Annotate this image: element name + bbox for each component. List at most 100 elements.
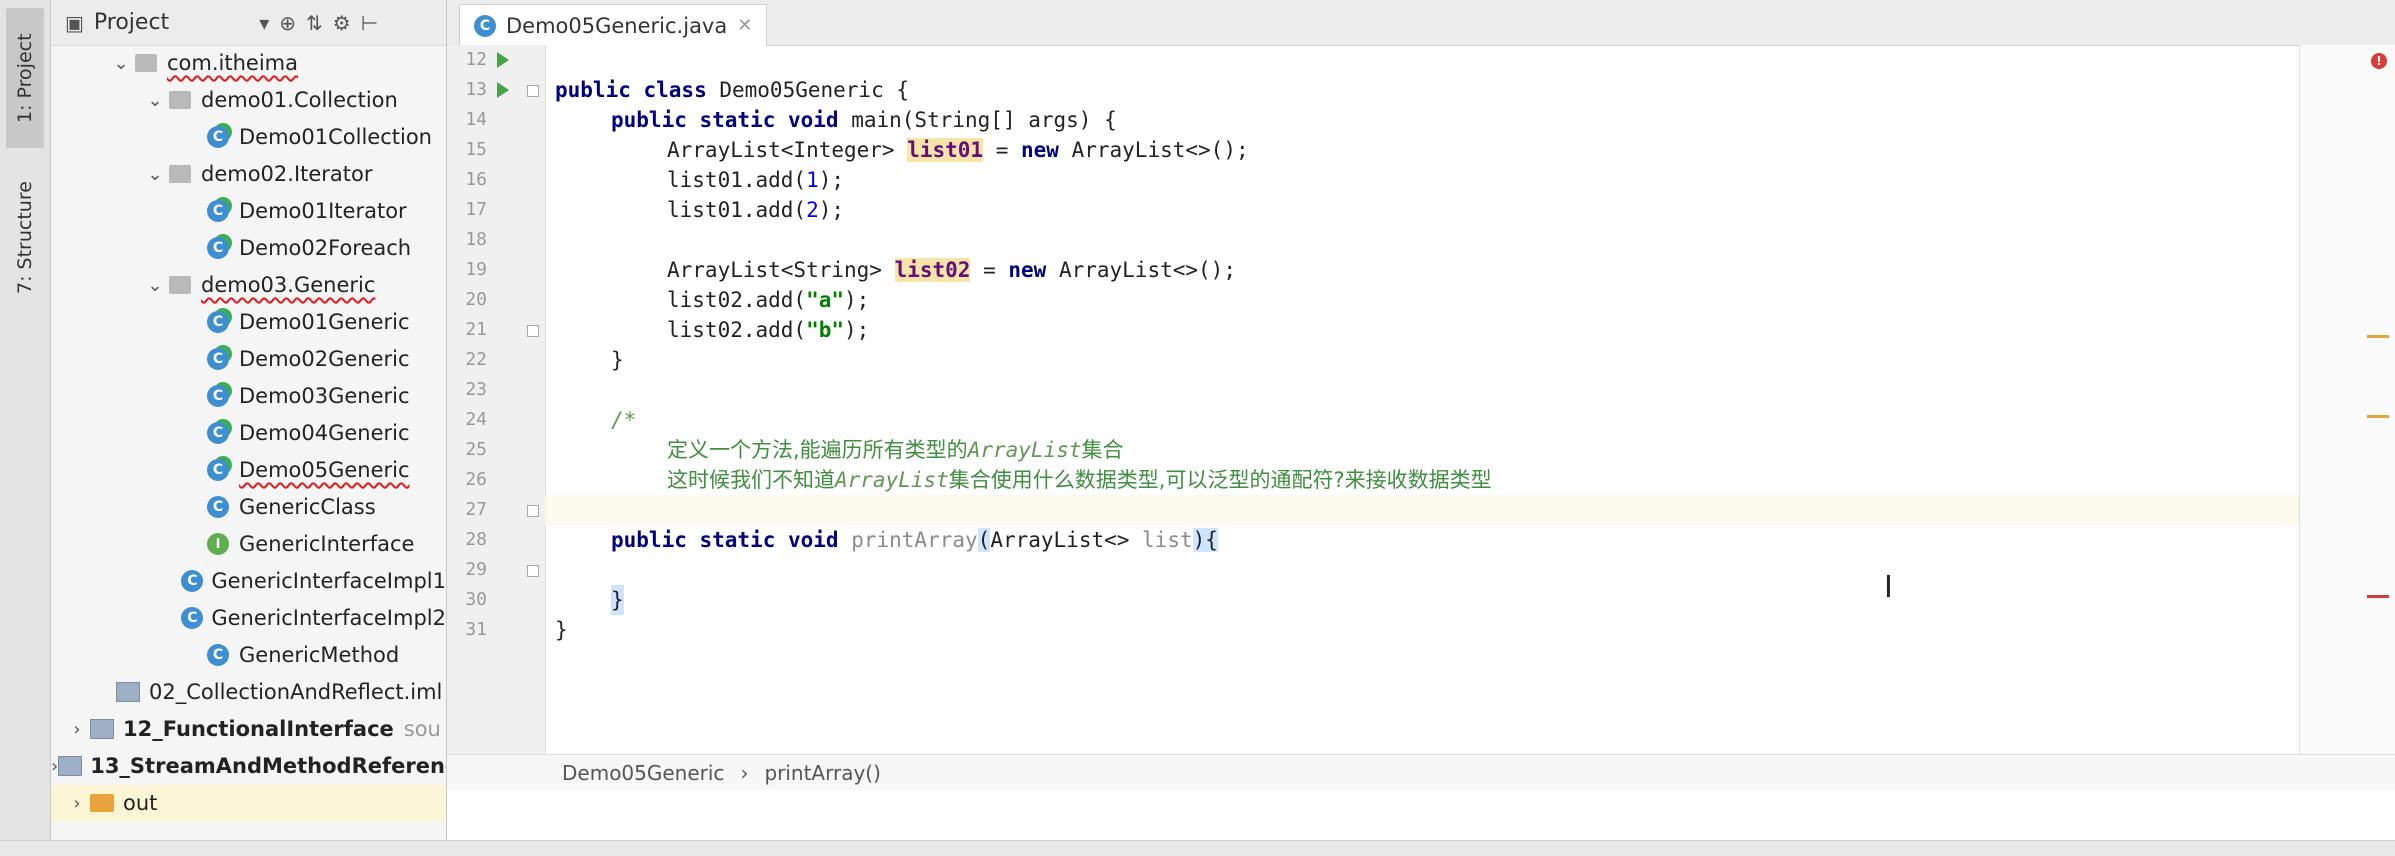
keyword: public static void [611,528,839,552]
project-panel: ▣ Project ▾ ⊕ ⇅ ⚙ ⊢ ⌄ com.itheima ⌄ demo01.… [51,0,447,840]
collapse-all-icon[interactable]: ⇅ [306,11,323,35]
project-tree-item[interactable]: ⌄ com.itheima [51,45,446,81]
expand-arrow-icon[interactable]: ⌄ [143,164,167,185]
iml-file-icon [115,681,141,703]
code-token: ); [818,198,845,222]
project-tree-item[interactable]: C GenericInterfaceImpl2 [51,600,446,636]
project-tree-item[interactable]: › 12_FunctionalInterface sou [51,711,446,747]
project-tree-item[interactable]: C Demo03Generic [51,378,446,414]
close-tab-icon[interactable]: ✕ [737,15,752,36]
code-line: } [545,555,2300,615]
text-cursor-icon: I [1884,570,1893,605]
settings-gear-icon[interactable]: ⚙ [333,11,351,35]
project-tree-item[interactable]: C Demo02Generic [51,341,446,377]
project-tree-item[interactable]: C Demo02Foreach [51,230,446,266]
warning-marker[interactable] [2367,415,2389,418]
project-tree-item[interactable]: C GenericMethod [51,637,446,673]
hide-panel-icon[interactable]: ⊢ [361,11,378,35]
code-text: list01.add(2); [667,195,844,225]
project-tree-item[interactable]: ⌄ demo03.Generic [51,267,446,303]
fold-marker-icon[interactable] [527,565,539,577]
code-text: } [611,348,624,372]
code-line: 定义一个方法,能遍历所有类型的ArrayList集合 [545,405,2300,462]
breadcrumb-method[interactable]: printArray() [764,761,880,785]
project-tree-item[interactable]: › out [51,785,446,821]
code-line: 这时候我们不知道ArrayList集合使用什么数据类型,可以泛型的通配符?来接收… [545,435,2300,492]
project-view-selector[interactable]: Project [94,10,169,35]
code-line: public class Demo05Generic { [545,45,2300,102]
expand-arrow-icon[interactable]: ⌄ [143,275,167,296]
warning-marker[interactable] [2367,335,2389,338]
line-number: 31 [465,619,487,640]
project-tree-item[interactable]: C Demo01Generic [51,304,446,340]
expand-arrow-icon[interactable]: ⌄ [109,53,133,74]
interface-icon: I [205,533,231,555]
error-stripe[interactable]: ! [2299,45,2395,790]
project-tree-item[interactable]: C Demo01Collection [51,119,446,155]
module-icon [58,755,83,777]
project-tree-item[interactable]: C Demo04Generic [51,415,446,451]
fold-marker-icon[interactable] [527,85,539,97]
project-tree-item[interactable]: ⌄ demo02.Iterator [51,156,446,192]
project-tree-item-label: 02_CollectionAndReflect.iml [149,680,443,704]
project-tree-item-label: com.itheima [167,51,298,75]
error-indicator-icon[interactable]: ! [2371,53,2387,69]
runnable-class-icon: C [205,422,231,444]
code-line: list01.add(2); [545,165,2300,222]
project-tree-item[interactable]: C GenericInterfaceImpl1 [51,563,446,599]
editor-tab-demo05generic[interactable]: C Demo05Generic.java ✕ [459,4,768,46]
method-name: printArray [838,528,978,552]
code-line: } [545,315,2300,372]
code-line: */ [545,465,2300,522]
line-number: 24 [465,409,487,430]
line-number: 19 [465,259,487,280]
project-tree-item-label: GenericInterface [239,532,415,556]
fold-marker-icon[interactable] [527,325,539,337]
line-number: 15 [465,139,487,160]
editor-tab-label: Demo05Generic.java [506,13,728,38]
fold-marker-icon[interactable] [527,505,539,517]
project-tree-item[interactable]: C Demo05Generic [51,452,446,488]
runnable-class-icon: C [205,311,231,333]
project-tree-item[interactable]: 02_CollectionAndReflect.iml [51,674,446,710]
run-class-icon[interactable] [497,52,509,68]
project-tree-item-label: Demo01Collection [239,125,432,149]
expand-arrow-icon[interactable]: ⌄ [143,90,167,111]
line-number: 26 [465,469,487,490]
code-line: /* [545,375,2300,432]
runnable-class-icon: C [205,237,231,259]
project-tree-item[interactable]: C Demo01Iterator [51,193,446,229]
code-line: list02.add("b"); [545,285,2300,342]
dropdown-arrow-icon[interactable]: ▾ [259,11,269,35]
code-line: ArrayList<String> list02 = new ArrayList… [545,225,2300,282]
project-tool-tab[interactable]: 1: Project [6,8,44,148]
line-number: 14 [465,109,487,130]
code-token: ArrayList<> [990,528,1130,552]
project-tree-item[interactable]: C GenericClass [51,489,446,525]
project-view-icon: ▣ [65,10,84,35]
expand-arrow-icon[interactable]: › [65,793,89,814]
breadcrumb-class[interactable]: Demo05Generic [562,761,724,785]
runnable-class-icon: C [205,348,231,370]
project-tree-item[interactable]: › 13_StreamAndMethodReference [51,748,446,784]
brace-match: { [1205,528,1218,552]
project-tree-item[interactable]: ⌄ demo01.Collection [51,82,446,118]
line-number: 23 [465,379,487,400]
project-tree-item[interactable]: I GenericInterface [51,526,446,562]
project-tool-tab-label: 1: Project [14,33,36,123]
line-number: 27 [465,499,487,520]
expand-arrow-icon[interactable]: › [51,756,58,777]
package-icon [133,52,159,74]
run-method-icon[interactable] [497,82,509,98]
code-editor[interactable]: public class Demo05Generic { public stat… [545,45,2300,790]
project-tree-item-label: GenericInterfaceImpl1 [211,569,446,593]
error-marker[interactable] [2367,595,2389,598]
expand-arrow-icon[interactable]: › [65,719,89,740]
structure-tool-tab[interactable]: 7: Structure [6,168,44,308]
folder-icon [89,792,115,814]
number-literal: 2 [806,198,819,222]
locate-file-icon[interactable]: ⊕ [279,11,296,35]
line-number: 28 [465,529,487,550]
tool-window-strip: 1: Project 7: Structure [0,0,51,840]
project-tree-item-label: 13_StreamAndMethodReference [90,754,447,778]
